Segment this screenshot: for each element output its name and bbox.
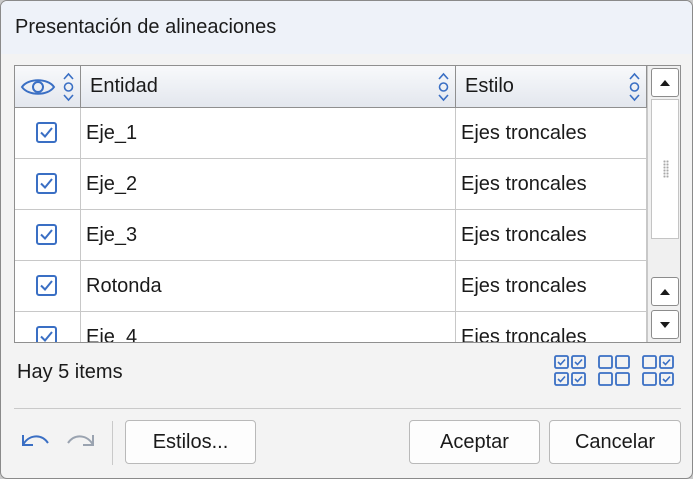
select-all-icon[interactable] [554, 355, 586, 387]
scroll-down-button[interactable] [651, 310, 679, 339]
divider [14, 408, 681, 409]
table-row[interactable]: Eje_4 Ejes troncales [15, 312, 647, 342]
scroll-up-button[interactable] [651, 68, 679, 97]
alignments-grid: Entidad Estilo Eje_1 Ejes troncales Eje_… [14, 65, 681, 343]
select-none-icon[interactable] [598, 355, 630, 387]
visibility-checkbox[interactable] [36, 275, 57, 296]
table-row[interactable]: Eje_1 Ejes troncales [15, 108, 647, 159]
entity-cell: Eje_1 [81, 108, 456, 159]
entity-cell: Rotonda [81, 261, 456, 312]
column-header-label: Entidad [90, 75, 158, 97]
visibility-checkbox[interactable] [36, 224, 57, 245]
triangle-down-icon [660, 321, 670, 328]
style-cell[interactable]: Ejes troncales [456, 312, 647, 342]
visibility-checkbox[interactable] [36, 326, 57, 342]
grip-icon [663, 160, 669, 178]
style-cell[interactable]: Ejes troncales [456, 159, 647, 210]
entity-cell: Eje_3 [81, 210, 456, 261]
dialog-window: Presentación de alineaciones Entidad Est [0, 0, 693, 479]
scrollbar-thumb[interactable] [651, 99, 679, 239]
table-row[interactable]: Eje_3 Ejes troncales [15, 210, 647, 261]
accept-button[interactable]: Aceptar [409, 420, 540, 464]
style-cell[interactable]: Ejes troncales [456, 108, 647, 159]
table-row[interactable]: Eje_2 Ejes troncales [15, 159, 647, 210]
vertical-scrollbar[interactable] [647, 66, 680, 342]
window-title: Presentación de alineaciones [1, 1, 692, 54]
column-header-label: Estilo [465, 75, 514, 97]
visibility-checkbox[interactable] [36, 122, 57, 143]
table-row[interactable]: Rotonda Ejes troncales [15, 261, 647, 312]
entity-cell: Eje_2 [81, 159, 456, 210]
sort-icon[interactable] [62, 72, 75, 102]
style-cell[interactable]: Ejes troncales [456, 261, 647, 312]
triangle-up-icon [660, 288, 670, 295]
divider [112, 421, 113, 465]
cancel-button[interactable]: Cancelar [549, 420, 681, 464]
sort-icon[interactable] [437, 72, 450, 102]
undo-icon[interactable] [19, 429, 51, 455]
styles-button[interactable]: Estilos... [125, 420, 256, 464]
redo-icon[interactable] [65, 429, 97, 455]
column-header-visible[interactable] [15, 66, 81, 108]
sort-icon[interactable] [628, 72, 641, 102]
entity-cell: Eje_4 [81, 312, 456, 342]
item-count-text: Hay 5 items [17, 361, 123, 383]
triangle-up-icon [660, 79, 670, 86]
eye-icon [20, 79, 56, 95]
invert-selection-icon[interactable] [642, 355, 674, 387]
scroll-page-up-button[interactable] [651, 277, 679, 306]
column-header-style[interactable]: Estilo [456, 66, 647, 108]
visibility-checkbox[interactable] [36, 173, 57, 194]
style-cell[interactable]: Ejes troncales [456, 210, 647, 261]
column-header-entity[interactable]: Entidad [81, 66, 456, 108]
